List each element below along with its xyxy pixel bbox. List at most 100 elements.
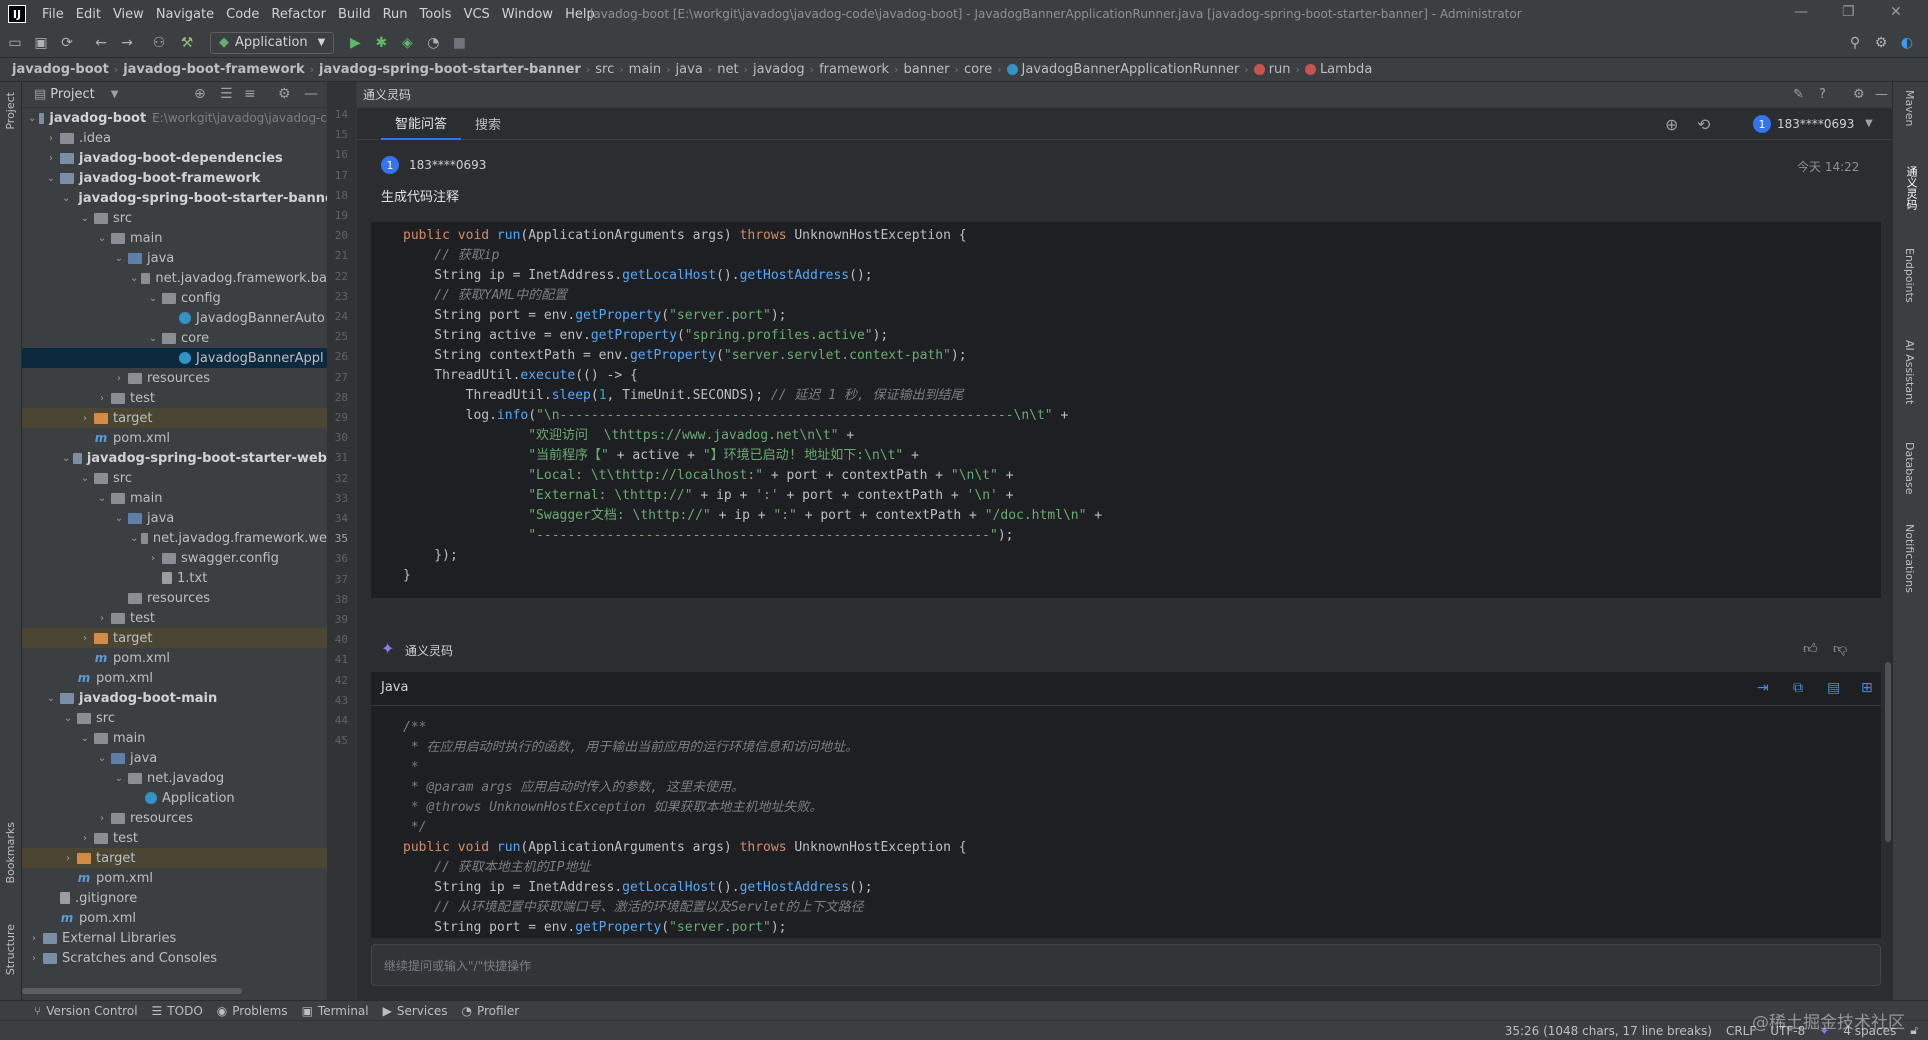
menu-vcs[interactable]: VCS xyxy=(458,7,496,22)
line-number[interactable]: 14 xyxy=(335,108,348,121)
chevron-down-icon[interactable]: ⌄ xyxy=(113,513,125,524)
menu-view[interactable]: View xyxy=(107,7,150,22)
line-number[interactable]: 44 xyxy=(335,714,348,727)
tree-node[interactable]: ⌄ main xyxy=(22,228,327,248)
hide-icon[interactable]: — xyxy=(304,86,318,102)
tree-node[interactable]: ⌄ net.javadog.framework.ba xyxy=(22,268,327,288)
tree-node[interactable]: m pom.xml xyxy=(22,868,327,888)
line-number[interactable]: 30 xyxy=(335,431,348,444)
coverage-icon[interactable]: ◈ xyxy=(396,32,418,54)
insert-code-icon[interactable]: ⇥ xyxy=(1757,680,1769,696)
chevron-down-icon[interactable]: ⌄ xyxy=(113,253,125,264)
tree-node[interactable]: › External Libraries xyxy=(22,928,327,948)
line-number[interactable]: 16 xyxy=(335,148,348,161)
tree-node[interactable]: JavadogBannerAuto xyxy=(22,308,327,328)
tree-node[interactable]: › resources xyxy=(22,368,327,388)
chevron-down-icon[interactable]: ▼ xyxy=(1865,118,1873,129)
history-icon[interactable]: ⟲ xyxy=(1697,115,1710,134)
tree-node[interactable]: ⌄ javadog-boot-framework xyxy=(22,168,327,188)
tree-node[interactable]: ⌄ src xyxy=(22,708,327,728)
user-account[interactable]: 183****0693 xyxy=(1777,117,1854,131)
chevron-right-icon[interactable]: › xyxy=(113,373,125,384)
chevron-right-icon[interactable]: › xyxy=(28,933,40,944)
tree-node[interactable]: m pom.xml xyxy=(22,908,327,928)
tree-node[interactable]: ⌄ javadog-boot-main xyxy=(22,688,327,708)
tree-node[interactable]: m pom.xml xyxy=(22,428,327,448)
tree-node[interactable]: ⌄ java xyxy=(22,248,327,268)
gear-icon[interactable]: ⚙ xyxy=(1853,87,1865,102)
breadcrumb-item[interactable]: javadog-boot-framework xyxy=(123,62,304,77)
chevron-down-icon[interactable]: ⌄ xyxy=(113,773,125,784)
help-icon[interactable]: ? xyxy=(1819,87,1826,102)
tree-node[interactable]: › test xyxy=(22,828,327,848)
tab-endpoints[interactable]: Endpoints xyxy=(1903,248,1916,303)
menu-refactor[interactable]: Refactor xyxy=(265,7,332,22)
line-number[interactable]: 26 xyxy=(335,350,348,363)
minimize-icon[interactable]: — xyxy=(1794,4,1808,20)
breadcrumb-item[interactable]: javadog xyxy=(753,62,805,77)
menu-build[interactable]: Build xyxy=(332,7,377,22)
tree-node[interactable]: ⌄ java xyxy=(22,748,327,768)
tree-node[interactable]: ⌄ javadog-boot E:\workgit\javadog\javadog-… xyxy=(22,108,327,128)
line-number[interactable]: 28 xyxy=(335,391,348,404)
line-number[interactable]: 24 xyxy=(335,310,348,323)
tree-node[interactable]: ⌄ src xyxy=(22,468,327,488)
chevron-down-icon[interactable]: ⌄ xyxy=(62,453,70,464)
collapse-all-icon[interactable]: ≡ xyxy=(244,86,256,102)
line-number[interactable]: 34 xyxy=(335,512,348,525)
tree-node[interactable]: resources xyxy=(22,588,327,608)
tree-node[interactable]: ⌄ javadog-spring-boot-starter-banner xyxy=(22,188,327,208)
line-number[interactable]: 39 xyxy=(335,613,348,626)
tree-node[interactable]: m pom.xml xyxy=(22,648,327,668)
chevron-down-icon[interactable]: ⌄ xyxy=(130,533,138,544)
build-hammer-icon[interactable]: ⚒ xyxy=(176,32,198,54)
line-number[interactable]: 18 xyxy=(335,189,348,202)
line-number[interactable]: 20 xyxy=(335,229,348,242)
tree-node[interactable]: ⌄ javadog-spring-boot-starter-web xyxy=(22,448,327,468)
gear-icon[interactable]: ⚙ xyxy=(278,86,291,102)
chevron-down-icon[interactable]: ⌄ xyxy=(147,293,159,304)
close-icon[interactable]: ✕ xyxy=(1890,4,1902,20)
copy-icon[interactable]: ⧉ xyxy=(1793,680,1803,696)
line-number[interactable]: 22 xyxy=(335,270,348,283)
chevron-down-icon[interactable]: ⌄ xyxy=(130,273,138,284)
chevron-down-icon[interactable]: ⌄ xyxy=(62,713,74,724)
chevron-down-icon[interactable]: ⌄ xyxy=(79,213,91,224)
breadcrumb-item[interactable]: JavadogBannerApplicationRunner xyxy=(1022,62,1240,77)
tree-node[interactable]: .gitignore xyxy=(22,888,327,908)
line-number[interactable]: 37 xyxy=(335,573,348,586)
profile-icon[interactable]: ◔ xyxy=(422,32,444,54)
line-number[interactable]: 31 xyxy=(335,451,348,464)
breadcrumb-item[interactable]: java xyxy=(676,62,703,77)
chat-input-box[interactable]: 继续提问或输入"/"快捷操作 xyxy=(371,944,1881,986)
chevron-right-icon[interactable]: › xyxy=(79,633,91,644)
expand-all-icon[interactable]: ☰ xyxy=(220,86,233,102)
line-number[interactable]: 41 xyxy=(335,653,348,666)
menu-file[interactable]: File xyxy=(36,7,70,22)
line-number[interactable]: 40 xyxy=(335,633,348,646)
tree-node[interactable]: m pom.xml xyxy=(22,668,327,688)
chevron-down-icon[interactable]: ⌄ xyxy=(45,693,57,704)
tab-tongyi-lingma[interactable]: 通义灵码 xyxy=(1903,166,1919,210)
locate-icon[interactable]: ⊕ xyxy=(194,86,206,102)
tree-node[interactable]: Application xyxy=(22,788,327,808)
chevron-right-icon[interactable]: › xyxy=(79,833,91,844)
breadcrumb-item[interactable]: run xyxy=(1269,62,1291,77)
tab-notifications[interactable]: Notifications xyxy=(1903,524,1916,593)
tree-node[interactable]: › test xyxy=(22,608,327,628)
line-number[interactable]: 42 xyxy=(335,674,348,687)
chevron-right-icon[interactable]: › xyxy=(147,553,159,564)
back-icon[interactable]: ← xyxy=(90,32,112,54)
line-number[interactable]: 33 xyxy=(335,492,348,505)
tree-node[interactable]: ⌄ net.javadog.framework.we xyxy=(22,528,327,548)
line-number[interactable]: 36 xyxy=(335,552,348,565)
settings-gear-icon[interactable]: ⚙ xyxy=(1870,32,1892,54)
breadcrumb-item[interactable]: framework xyxy=(819,62,889,77)
stop-icon[interactable]: ■ xyxy=(448,32,470,54)
tree-node[interactable]: › .idea xyxy=(22,128,327,148)
line-number[interactable]: 25 xyxy=(335,330,348,343)
tree-node[interactable]: › swagger.config xyxy=(22,548,327,568)
line-number[interactable]: 35 xyxy=(335,532,348,545)
tree-node[interactable]: › target xyxy=(22,848,327,868)
thumbs-down-icon[interactable]: 👎︎ xyxy=(1833,640,1847,657)
